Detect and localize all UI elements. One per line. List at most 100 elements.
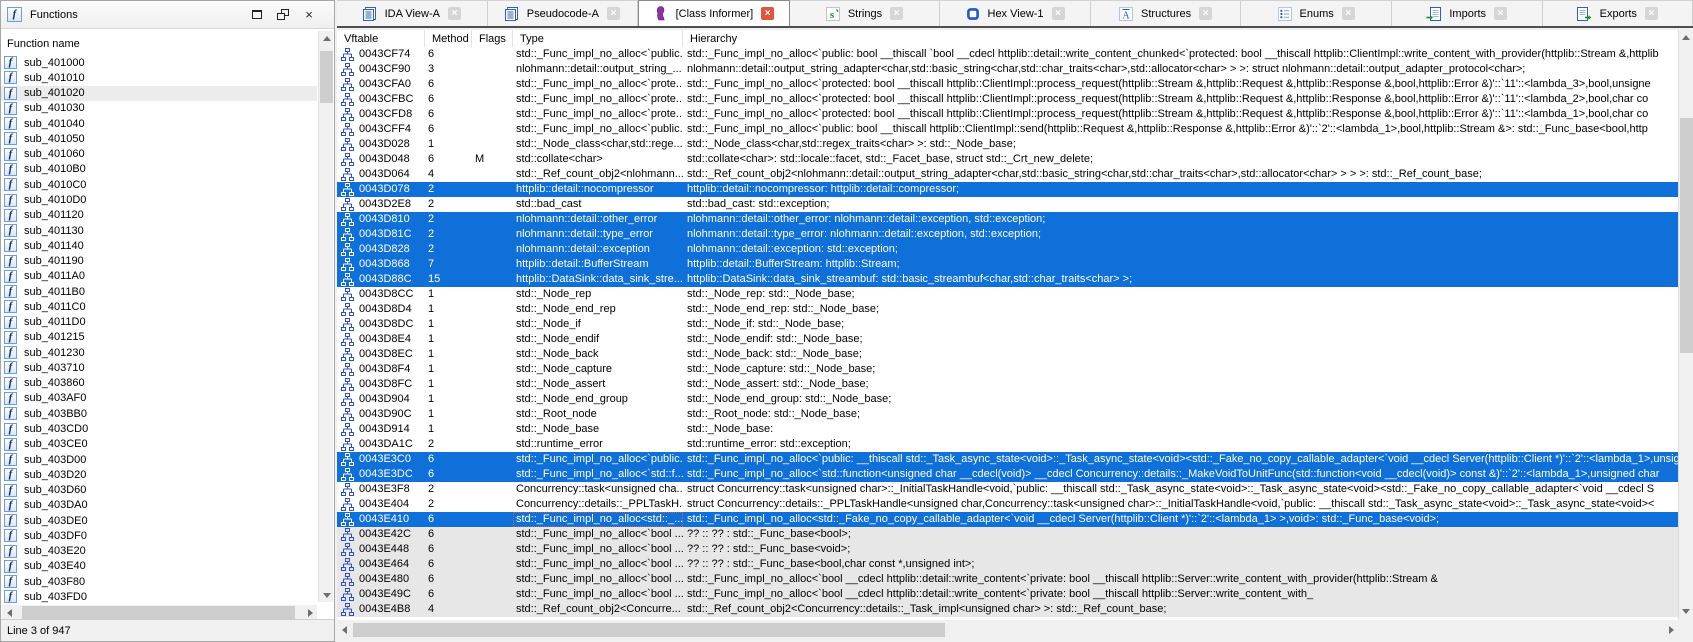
vftable-row[interactable]: 0043E3F82Concurrency::task<unsigned cha.… xyxy=(337,482,1678,497)
scroll-down-button[interactable] xyxy=(319,588,334,602)
vftable-row[interactable]: 0043D9041std::_Node_end_groupstd::_Node_… xyxy=(337,392,1678,407)
function-list-item[interactable]: fsub_403D60 xyxy=(1,482,317,497)
column-header-vftable[interactable]: Vftable xyxy=(337,30,425,47)
function-list-item[interactable]: fsub_4010D0 xyxy=(1,192,317,207)
functions-titlebar[interactable]: f Functions × xyxy=(1,1,334,29)
function-list-item[interactable]: fsub_401030 xyxy=(1,101,317,116)
column-header-hierarchy[interactable]: Hierarchy xyxy=(683,30,1678,47)
vftable-row[interactable]: 0043CFD86std::_Func_impl_no_alloc<`prote… xyxy=(337,107,1678,122)
column-header-flags[interactable]: Flags xyxy=(472,30,513,47)
vftable-row[interactable]: 0043D2E82std::bad_caststd::bad_cast: std… xyxy=(337,197,1678,212)
vftable-row[interactable]: 0043CFBC6std::_Func_impl_no_alloc<`prote… xyxy=(337,92,1678,107)
vftable-row[interactable]: 0043D8102nlohmann::detail::other_errornl… xyxy=(337,212,1678,227)
vftable-row[interactable]: 0043D8DC1std::_Node_ifstd::_Node_if: std… xyxy=(337,317,1678,332)
tab-structures[interactable]: AStructures× xyxy=(1091,0,1242,26)
function-list-item[interactable]: fsub_403FD0 xyxy=(1,589,317,604)
tab-pseudocode-a[interactable]: Pseudocode-A× xyxy=(488,0,639,26)
functions-horizontal-scrollbar[interactable] xyxy=(2,605,317,620)
vftable-row[interactable]: 0043DA1C2std::runtime_errorstd::runtime_… xyxy=(337,437,1678,452)
vftable-row[interactable]: 0043D8687httplib::detail::BufferStreamht… xyxy=(337,257,1678,272)
tab-imports[interactable]: Imports× xyxy=(1392,0,1543,26)
tab-close-button[interactable]: × xyxy=(1645,7,1658,20)
function-list-item[interactable]: fsub_4010B0 xyxy=(1,162,317,177)
vftable-row[interactable]: 0043CF903nlohmann::detail::output_string… xyxy=(337,62,1678,77)
function-list-item[interactable]: fsub_403F80 xyxy=(1,574,317,589)
function-list-item[interactable]: fsub_401140 xyxy=(1,238,317,253)
vftable-row[interactable]: 0043D81C2nlohmann::detail::type_errornlo… xyxy=(337,227,1678,242)
table-vertical-scrollbar[interactable] xyxy=(1678,30,1693,618)
function-name-column-header[interactable]: Function name xyxy=(7,37,80,52)
function-list-item[interactable]: fsub_401130 xyxy=(1,223,317,238)
vftable-row[interactable]: 0043D8FC1std::_Node_assertstd::_Node_ass… xyxy=(337,377,1678,392)
vftable-row[interactable]: 0043D0281std::_Node_class<char,std::rege… xyxy=(337,137,1678,152)
tab-strings[interactable]: sStrings× xyxy=(790,0,941,26)
table-horizontal-scrollbar[interactable] xyxy=(337,622,1678,638)
column-header-method[interactable]: Method xyxy=(425,30,472,47)
scroll-down-button[interactable] xyxy=(1679,604,1693,618)
tab-close-button[interactable]: × xyxy=(1494,7,1507,20)
function-list-item[interactable]: fsub_403CE0 xyxy=(1,437,317,452)
vftable-row[interactable]: 0043CFF46std::_Func_impl_no_alloc<`publi… xyxy=(337,122,1678,137)
function-list-item[interactable]: fsub_401120 xyxy=(1,208,317,223)
scroll-left-button[interactable] xyxy=(337,622,351,638)
vftable-row[interactable]: 0043CFA06std::_Func_impl_no_alloc<`prote… xyxy=(337,77,1678,92)
function-list-item[interactable]: fsub_401010 xyxy=(1,70,317,85)
vftable-row[interactable]: 0043E3DC6std::_Func_impl_no_alloc<`std::… xyxy=(337,467,1678,482)
vftable-row[interactable]: 0043D8F41std::_Node_capturestd::_Node_ca… xyxy=(337,362,1678,377)
scroll-up-button[interactable] xyxy=(1679,30,1693,44)
vftable-row[interactable]: 0043D90C1std::_Root_nodestd::_Root_node:… xyxy=(337,407,1678,422)
maximize-button[interactable] xyxy=(250,8,264,21)
scroll-left-button[interactable] xyxy=(2,605,16,620)
scroll-right-button[interactable] xyxy=(1664,622,1678,638)
vftable-row[interactable]: 0043E3C06std::_Func_impl_no_alloc<`publi… xyxy=(337,452,1678,467)
vftable-row[interactable]: 0043D8282nlohmann::detail::exceptionnloh… xyxy=(337,242,1678,257)
function-list-item[interactable]: fsub_403DF0 xyxy=(1,528,317,543)
scroll-up-button[interactable] xyxy=(319,31,334,45)
tab-hex-view-1[interactable]: Hex View-1× xyxy=(940,0,1091,26)
function-list-item[interactable]: fsub_401060 xyxy=(1,147,317,162)
function-list-item[interactable]: fsub_4010C0 xyxy=(1,177,317,192)
vftable-row[interactable]: 0043E4646std::_Func_impl_no_alloc<`bool … xyxy=(337,557,1678,572)
functions-vertical-scrollbar[interactable] xyxy=(318,31,333,602)
vftable-row[interactable]: 0043E4486std::_Func_impl_no_alloc<`bool … xyxy=(337,542,1678,557)
function-list-item[interactable]: fsub_403E20 xyxy=(1,544,317,559)
tab-close-button[interactable]: × xyxy=(1199,7,1212,20)
tab-close-button[interactable]: × xyxy=(761,7,774,20)
tab-enums[interactable]: Enums× xyxy=(1241,0,1392,26)
tab-close-button[interactable]: × xyxy=(1052,7,1065,20)
vftable-row[interactable]: 0043E42C6std::_Func_impl_no_alloc<`bool … xyxy=(337,527,1678,542)
scrollbar-thumb[interactable] xyxy=(22,606,295,619)
vftable-row[interactable]: 0043D8CC1std::_Node_repstd::_Node_rep: s… xyxy=(337,287,1678,302)
vftable-row[interactable]: 0043E49C6std::_Func_impl_no_alloc<`bool … xyxy=(337,587,1678,602)
scrollbar-thumb[interactable] xyxy=(353,623,945,637)
scrollbar-thumb[interactable] xyxy=(320,51,333,103)
function-list-item[interactable]: fsub_403CD0 xyxy=(1,421,317,436)
function-list-item[interactable]: fsub_4011B0 xyxy=(1,284,317,299)
vftable-row[interactable]: 0043D0782httplib::detail::nocompressorht… xyxy=(337,182,1678,197)
tab-close-button[interactable]: × xyxy=(607,7,620,20)
vftable-row[interactable]: 0043D8E41std::_Node_endifstd::_Node_endi… xyxy=(337,332,1678,347)
function-list-item[interactable]: fsub_403710 xyxy=(1,360,317,375)
close-button[interactable]: × xyxy=(302,8,316,21)
tab-ida-view-a[interactable]: IDA View-A× xyxy=(337,0,488,26)
tab-close-button[interactable]: × xyxy=(1342,7,1355,20)
scroll-right-button[interactable] xyxy=(303,605,317,620)
vftable-row[interactable]: 0043D8D41std::_Node_end_repstd::_Node_en… xyxy=(337,302,1678,317)
function-list-item[interactable]: fsub_4011D0 xyxy=(1,315,317,330)
tab-close-button[interactable]: × xyxy=(448,7,461,20)
function-list-item[interactable]: fsub_401215 xyxy=(1,330,317,345)
scrollbar-thumb[interactable] xyxy=(1680,118,1693,353)
function-list-item[interactable]: fsub_403860 xyxy=(1,376,317,391)
column-header-type[interactable]: Type xyxy=(513,30,683,47)
tab-class-informer[interactable]: [Class Informer]× xyxy=(638,0,790,26)
vftable-row[interactable]: 0043E4042Concurrency::details::_PPLTaskH… xyxy=(337,497,1678,512)
function-list-item[interactable]: fsub_401040 xyxy=(1,116,317,131)
function-list-item[interactable]: fsub_403AF0 xyxy=(1,391,317,406)
vftable-row[interactable]: 0043CF746std::_Func_impl_no_alloc<`publi… xyxy=(337,47,1678,62)
tab-exports[interactable]: Exports× xyxy=(1543,0,1693,26)
function-list-item[interactable]: fsub_4011C0 xyxy=(1,299,317,314)
function-list-item[interactable]: fsub_401020 xyxy=(1,86,317,101)
vftable-row[interactable]: 0043D88C15httplib::DataSink::data_sink_s… xyxy=(337,272,1678,287)
vftable-row[interactable]: 0043D0644std::_Ref_count_obj2<nlohmann..… xyxy=(337,167,1678,182)
vftable-row[interactable]: 0043E4806std::_Func_impl_no_alloc<`bool … xyxy=(337,572,1678,587)
